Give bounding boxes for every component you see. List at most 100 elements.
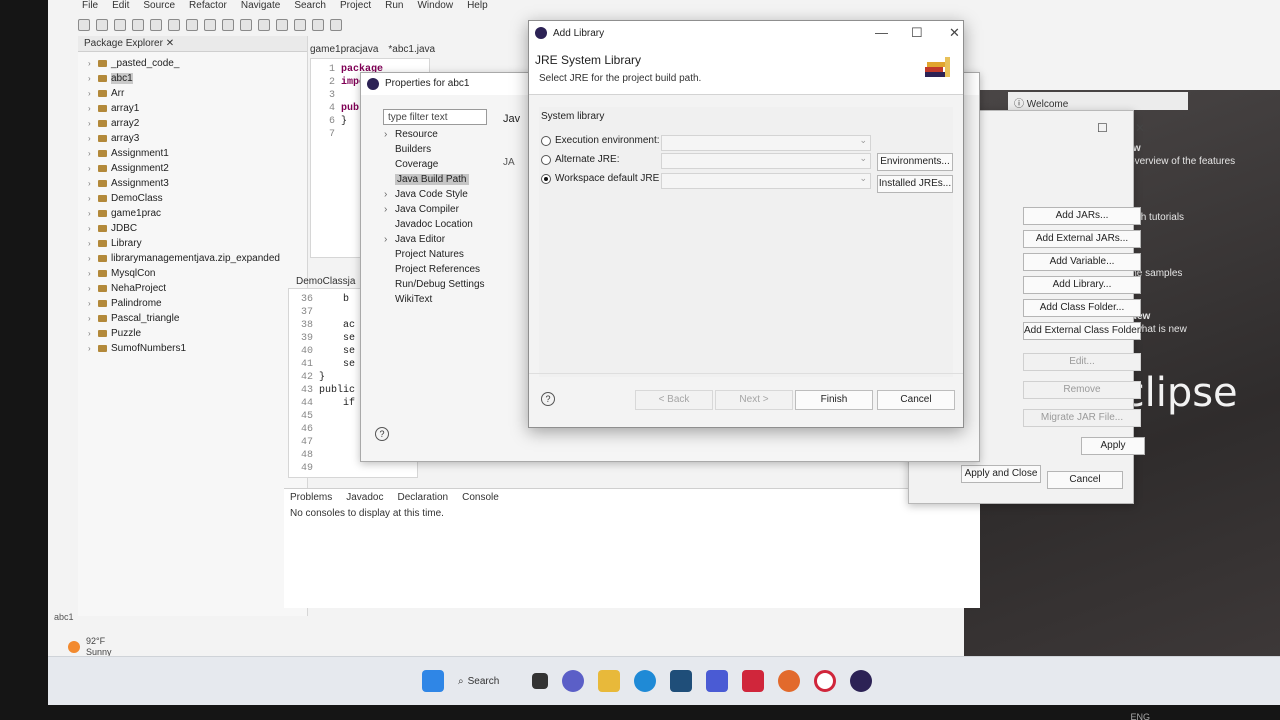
properties-nav-item[interactable]: Builders [381, 144, 501, 159]
menu-item-project[interactable]: Project [340, 0, 371, 14]
welcome-tab[interactable]: ⓘ Welcome [1008, 92, 1188, 110]
menu-item-run[interactable]: Run [385, 0, 403, 14]
project-item[interactable]: › _pasted_code_ [88, 56, 303, 71]
installed-jres-button[interactable]: Installed JREs... [877, 175, 953, 193]
new-java-project-icon[interactable] [204, 19, 216, 31]
chevron-right-icon[interactable]: › [88, 329, 94, 338]
chevron-right-icon[interactable]: › [88, 224, 94, 233]
chevron-right-icon[interactable]: › [88, 89, 94, 98]
search-icon[interactable] [276, 19, 288, 31]
editor2-tab[interactable]: DemoClassja [296, 276, 355, 287]
chevron-right-icon[interactable]: › [88, 119, 94, 128]
chevron-right-icon[interactable]: › [88, 314, 94, 323]
menu-item-file[interactable]: File [82, 0, 98, 14]
project-item[interactable]: › array3 [88, 131, 303, 146]
build-path-button[interactable]: Add Library... [1023, 276, 1141, 294]
project-item[interactable]: › SumofNumbers1 [88, 341, 303, 356]
project-item[interactable]: › abc1 [88, 71, 303, 86]
apply-button[interactable]: Apply [1081, 437, 1145, 455]
chevron-right-icon[interactable]: › [88, 284, 94, 293]
editor-tab[interactable]: *abc1.java [388, 44, 435, 55]
mcafee-icon[interactable] [742, 670, 764, 692]
close-icon[interactable]: ✕ [949, 25, 960, 41]
chevron-right-icon[interactable]: › [88, 59, 94, 68]
properties-nav-item[interactable]: Run/Debug Settings [381, 279, 501, 294]
open-type-icon[interactable] [258, 19, 270, 31]
menu-item-navigate[interactable]: Navigate [241, 0, 280, 14]
chat-icon[interactable] [562, 670, 584, 692]
project-item[interactable]: › NehaProject [88, 281, 303, 296]
chevron-right-icon[interactable]: › [88, 209, 94, 218]
build-path-button[interactable]: Add JARs... [1023, 207, 1141, 225]
page-tab[interactable]: JA [503, 157, 515, 168]
properties-nav-item[interactable]: Javadoc Location [381, 219, 501, 234]
properties-nav-item[interactable]: Project Natures [381, 249, 501, 264]
build-path-disabled-button[interactable]: Migrate JAR File... [1023, 409, 1141, 427]
chevron-right-icon[interactable]: › [88, 299, 94, 308]
menu-item-search[interactable]: Search [294, 0, 326, 14]
new-package-icon[interactable] [222, 19, 234, 31]
chevron-right-icon[interactable]: › [88, 194, 94, 203]
properties-nav-item[interactable]: Java Build Path [381, 174, 501, 189]
project-item[interactable]: › array2 [88, 116, 303, 131]
project-item[interactable]: › librarymanagementjava.zip_expanded [88, 251, 303, 266]
edge-icon[interactable] [634, 670, 656, 692]
properties-nav-item[interactable]: Java Editor [381, 234, 501, 249]
coverage-icon[interactable] [186, 19, 198, 31]
chevron-right-icon[interactable]: › [88, 149, 94, 158]
new-class-icon[interactable] [240, 19, 252, 31]
properties-nav-item[interactable]: Java Code Style [381, 189, 501, 204]
eclipse-taskbar-icon[interactable] [850, 670, 872, 692]
cancel-button[interactable]: Cancel [877, 390, 955, 410]
radio-icon[interactable] [541, 173, 551, 184]
file-explorer-icon[interactable] [598, 670, 620, 692]
menu-item-help[interactable]: Help [467, 0, 488, 14]
project-item[interactable]: › Assignment3 [88, 176, 303, 191]
build-path-disabled-button[interactable]: Remove [1023, 381, 1141, 399]
maximize-icon[interactable]: ☐ [1097, 121, 1108, 135]
project-item[interactable]: › JDBC [88, 221, 303, 236]
jre-option[interactable]: Workspace default JRE (jre) [541, 173, 680, 184]
project-item[interactable]: › Puzzle [88, 326, 303, 341]
task-view-icon[interactable] [532, 673, 548, 689]
print-icon[interactable] [132, 19, 144, 31]
forward-icon[interactable] [330, 19, 342, 31]
save-icon[interactable] [96, 19, 108, 31]
jre-option[interactable]: Alternate JRE: [541, 154, 619, 165]
language-indicator[interactable]: ENG [1130, 712, 1150, 720]
store-icon[interactable] [670, 670, 692, 692]
finish-button[interactable]: Finish [795, 390, 873, 410]
taskbar-search[interactable]: ⌕ Search [458, 676, 518, 687]
properties-nav-item[interactable]: Resource [381, 129, 501, 144]
build-path-button[interactable]: Add External JARs... [1023, 230, 1141, 248]
help-icon[interactable]: ? [375, 427, 389, 441]
chevron-right-icon[interactable]: › [88, 179, 94, 188]
chevron-right-icon[interactable]: › [88, 104, 94, 113]
chevron-right-icon[interactable]: › [88, 239, 94, 248]
menu-item-refactor[interactable]: Refactor [189, 0, 227, 14]
radio-icon[interactable] [541, 135, 551, 146]
save-all-icon[interactable] [114, 19, 126, 31]
next-button[interactable]: Next > [715, 390, 793, 410]
menu-item-window[interactable]: Window [417, 0, 453, 14]
jre-option[interactable]: Execution environment: [541, 135, 660, 146]
opera-icon[interactable] [814, 670, 836, 692]
build-path-button[interactable]: Add External Class Folder... [1023, 322, 1148, 340]
apply-and-close-button[interactable]: Apply and Close [961, 465, 1041, 483]
firefox-icon[interactable] [778, 670, 800, 692]
properties-nav-item[interactable]: Project References [381, 264, 501, 279]
weather-widget[interactable]: 92°F Sunny [68, 636, 112, 658]
project-item[interactable]: › Assignment2 [88, 161, 303, 176]
build-path-button[interactable]: Add Variable... [1023, 253, 1141, 271]
project-item[interactable]: › Palindrome [88, 296, 303, 311]
chevron-right-icon[interactable]: › [88, 254, 94, 263]
close-icon[interactable]: ✕ [1135, 121, 1145, 135]
build-path-disabled-button[interactable]: Edit... [1023, 353, 1141, 371]
properties-nav-item[interactable]: WikiText [381, 294, 501, 309]
back-icon[interactable] [312, 19, 324, 31]
properties-nav-item[interactable]: Coverage [381, 159, 501, 174]
menu-item-edit[interactable]: Edit [112, 0, 129, 14]
windows-start-icon[interactable] [422, 670, 444, 692]
build-path-button[interactable]: Add Class Folder... [1023, 299, 1141, 317]
project-item[interactable]: › Pascal_triangle [88, 311, 303, 326]
